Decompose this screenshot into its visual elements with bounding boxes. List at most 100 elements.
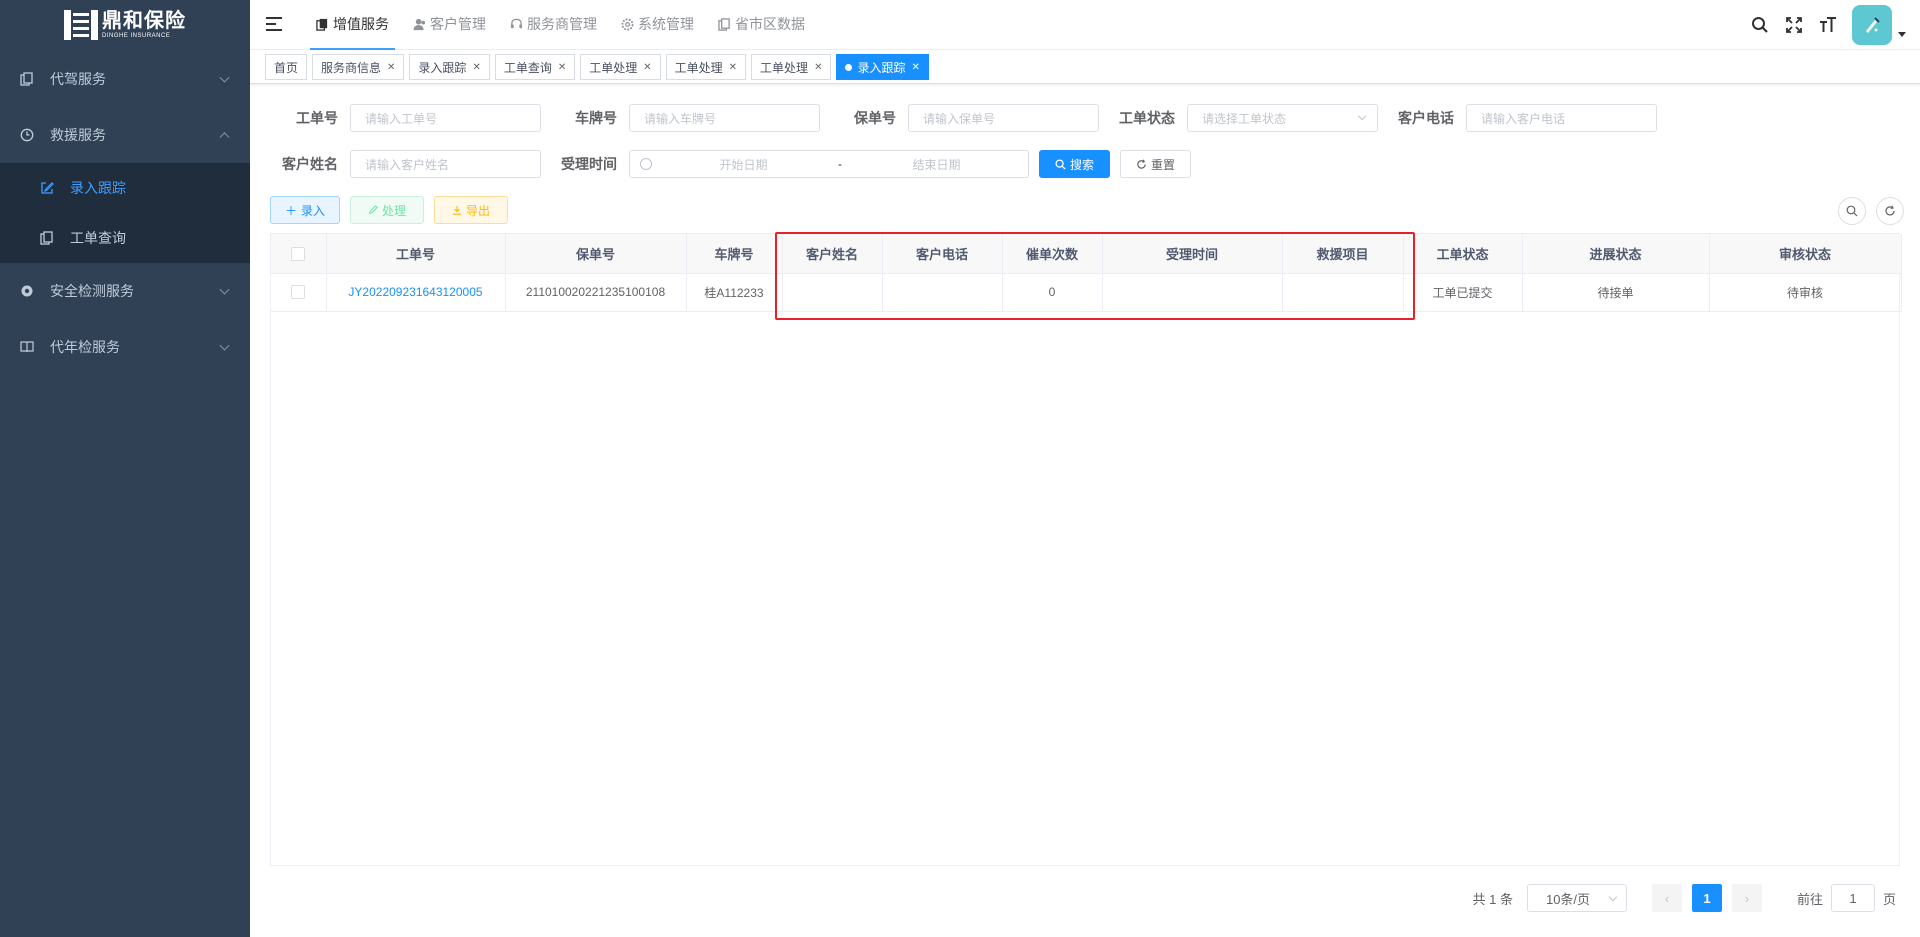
document-copy-icon [718, 17, 731, 31]
close-icon[interactable]: ✕ [558, 62, 566, 73]
hamburger-icon[interactable] [266, 17, 282, 31]
rescue-project-cell [1282, 273, 1404, 312]
search-form-row-1: 工单号 请输入工单号 车牌号 请输入车牌号 保单号 请输入保单号 工单状态 请选… [270, 104, 1657, 132]
document-copy-icon [316, 18, 329, 31]
select-all-cell [271, 234, 327, 274]
row-checkbox[interactable] [291, 285, 306, 300]
row-select-cell [271, 273, 327, 312]
button-label: 搜索 [1070, 157, 1095, 172]
reset-button[interactable]: 重置 [1120, 150, 1192, 178]
close-icon[interactable]: ✕ [814, 62, 822, 73]
work-order-label: 工单号 [296, 110, 338, 126]
process-button[interactable]: 处理 [350, 196, 425, 224]
tag-label: 录入跟踪 [418, 60, 467, 75]
start-date-input[interactable]: 开始日期 [662, 156, 825, 173]
add-button[interactable]: ＋ 录入 [270, 196, 341, 224]
tag-label: 工单处理 [760, 60, 809, 75]
select-all-checkbox[interactable] [291, 247, 306, 262]
sidebar-item-work-order-query[interactable]: 工单查询 [0, 213, 250, 263]
refresh-icon [1136, 159, 1147, 170]
search-icon[interactable] [1750, 15, 1770, 35]
brand-logo[interactable]: 鼎和保险 DINGHE INSURANCE [0, 0, 250, 50]
sidebar-item-entry-tracking[interactable]: 录入跟踪 [0, 163, 250, 213]
goto-page-input[interactable]: 1 [1830, 884, 1875, 912]
tag-label: 录入跟踪 [857, 60, 906, 75]
input-placeholder: 请选择工单状态 [1202, 111, 1287, 126]
table-row[interactable]: JY202209231643120005 2110100202212351001… [271, 273, 1902, 312]
caret-down-icon[interactable] [1898, 31, 1906, 37]
plate-input[interactable]: 请输入车牌号 [629, 104, 820, 132]
urge-count-cell: 0 [1002, 273, 1103, 312]
column-header: 车牌号 [686, 234, 783, 274]
end-date-input[interactable]: 结束日期 [855, 156, 1018, 173]
policy-label: 保单号 [854, 110, 896, 126]
sidebar-item-safety-inspection[interactable]: 安全检测服务 [0, 263, 250, 319]
tab-value-added-services[interactable]: 增值服务 [310, 0, 395, 50]
audit-status-cell: 待审核 [1709, 273, 1902, 312]
accept-time-label: 受理时间 [561, 156, 617, 172]
close-icon[interactable]: ✕ [729, 62, 737, 73]
font-size-icon[interactable] [1818, 15, 1838, 35]
tag-work-order-process[interactable]: 工单处理 ✕ [665, 54, 747, 80]
close-icon[interactable]: ✕ [387, 62, 395, 73]
status-select[interactable]: 请选择工单状态 [1187, 104, 1378, 132]
customer-name-cell [782, 273, 883, 312]
tab-service-provider-management[interactable]: 服务商管理 [504, 0, 603, 50]
clock-icon [20, 128, 34, 142]
chevron-up-icon [219, 132, 230, 143]
work-order-input[interactable]: 请输入工单号 [350, 104, 541, 132]
export-button[interactable]: 导出 [434, 196, 509, 224]
column-header: 审核状态 [1709, 234, 1902, 274]
edit-icon [368, 205, 378, 215]
rescue-submenu: 录入跟踪 工单查询 [0, 163, 250, 263]
tag-work-order-process[interactable]: 工单处理 ✕ [751, 54, 832, 80]
tag-entry-tracking-active[interactable]: 录入跟踪 ✕ [836, 54, 929, 80]
page-unit-label: 页 [1882, 891, 1896, 907]
tab-label: 系统管理 [638, 16, 694, 32]
search-icon [1055, 158, 1066, 170]
tag-entry-tracking[interactable]: 录入跟踪 ✕ [409, 54, 490, 80]
document-copy-icon [20, 72, 34, 86]
toggle-search-button[interactable] [1838, 197, 1866, 225]
page-size-select[interactable]: 10条/页 [1526, 884, 1627, 912]
avatar[interactable] [1852, 5, 1892, 45]
sidebar: 鼎和保险 DINGHE INSURANCE 代驾服务 救援服务 录入跟踪 工单查… [0, 0, 250, 937]
sidebar-item-rescue[interactable]: 救援服务 [0, 107, 250, 163]
close-icon[interactable]: ✕ [643, 62, 651, 73]
top-tabs: 增值服务 客户管理 服务商管理 系统管理 省市区数据 [310, 0, 823, 50]
customer-phone-cell [882, 273, 1003, 312]
tab-system-management[interactable]: 系统管理 [615, 0, 700, 50]
accept-time-range[interactable]: 开始日期 - 结束日期 [629, 150, 1029, 178]
tab-customer-management[interactable]: 客户管理 [407, 0, 492, 50]
policy-input[interactable]: 请输入保单号 [908, 104, 1099, 132]
active-dot-icon [845, 63, 853, 71]
search-button[interactable]: 搜索 [1039, 150, 1111, 178]
name-input[interactable]: 请输入客户姓名 [350, 150, 541, 178]
tag-label: 工单处理 [674, 60, 723, 75]
tag-work-order-query[interactable]: 工单查询 ✕ [494, 54, 576, 80]
work-order-link[interactable]: JY202209231643120005 [348, 285, 482, 299]
tag-work-order-process[interactable]: 工单处理 ✕ [580, 54, 661, 80]
tag-home[interactable]: 首页 [265, 54, 308, 80]
refresh-table-button[interactable] [1876, 197, 1904, 225]
brand-name: 鼎和保险 [102, 10, 186, 32]
next-page-button[interactable]: › [1731, 884, 1762, 912]
close-icon[interactable]: ✕ [472, 62, 480, 73]
range-separator: - [838, 157, 842, 171]
edit-icon [40, 181, 54, 195]
plate-cell: 桂A112233 [686, 273, 783, 312]
search-form-row-2: 客户姓名 请输入客户姓名 受理时间 开始日期 - 结束日期 搜索 重置 [270, 150, 1192, 178]
sidebar-item-designated-driving[interactable]: 代驾服务 [0, 51, 250, 107]
prev-page-button[interactable]: ‹ [1651, 884, 1682, 912]
close-icon[interactable]: ✕ [911, 62, 919, 73]
tab-region-data[interactable]: 省市区数据 [712, 0, 811, 50]
tag-provider-info[interactable]: 服务商信息 ✕ [312, 54, 405, 80]
page-size-value: 10条/页 [1545, 891, 1591, 907]
sidebar-item-annual-inspection[interactable]: 代年检服务 [0, 319, 250, 375]
phone-input[interactable]: 请输入客户电话 [1466, 104, 1657, 132]
input-placeholder: 请输入保单号 [923, 111, 996, 126]
input-placeholder: 请输入客户姓名 [365, 157, 450, 172]
fullscreen-icon[interactable] [1784, 15, 1804, 35]
work-order-status-cell: 工单已提交 [1403, 273, 1523, 312]
page-number-button[interactable]: 1 [1691, 884, 1722, 912]
